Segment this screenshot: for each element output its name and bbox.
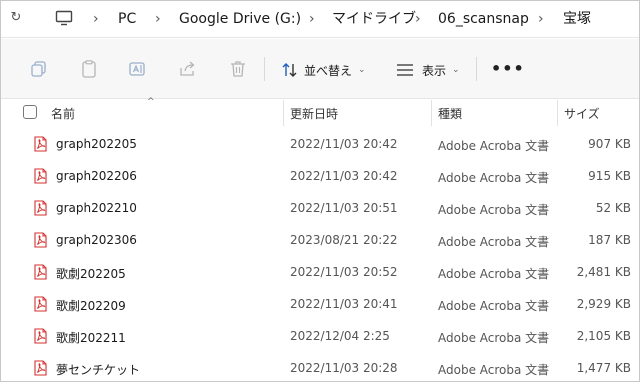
- breadcrumb-item-takarazuka[interactable]: 宝塚: [563, 10, 591, 28]
- pdf-file-icon: [34, 264, 47, 280]
- pdf-file-icon: [34, 232, 47, 248]
- column-header-modified[interactable]: 更新日時: [290, 105, 338, 122]
- breadcrumb-item-google-drive[interactable]: Google Drive (G:): [179, 10, 301, 28]
- column-divider[interactable]: [431, 100, 432, 126]
- breadcrumb-separator-icon[interactable]: ›: [155, 10, 161, 28]
- view-button[interactable]: 表示 ⌄: [396, 61, 460, 79]
- pdf-file-icon: [34, 136, 47, 152]
- file-row[interactable]: graph202306 2023/08/21 20:22 Adobe Acroba …: [1, 225, 639, 257]
- breadcrumb-item-my-drive[interactable]: マイドライブ: [332, 10, 416, 28]
- file-type: Adobe Acroba 文書: [438, 267, 550, 281]
- toolbar-divider: [476, 57, 477, 81]
- delete-icon[interactable]: [228, 60, 248, 78]
- more-options-button[interactable]: •••: [491, 61, 525, 77]
- file-name: graph202205: [56, 137, 137, 151]
- file-size: 52 KB: [595, 201, 631, 215]
- pdf-file-icon: [34, 200, 47, 216]
- file-size: 2,481 KB: [576, 265, 631, 279]
- file-type: Adobe Acroba 文書: [438, 331, 550, 345]
- file-type: Adobe Acroba 文書: [438, 203, 550, 217]
- file-name: 歌劇202209: [56, 299, 126, 313]
- file-size: 187 KB: [588, 233, 631, 247]
- breadcrumb-item-scansnap[interactable]: 06_scansnap: [438, 10, 529, 28]
- file-size: 2,105 KB: [576, 329, 631, 343]
- copy-icon[interactable]: [29, 60, 49, 78]
- file-modified: 2022/11/03 20:42: [290, 137, 398, 151]
- pdf-file-icon: [34, 168, 47, 184]
- file-size: 2,929 KB: [576, 297, 631, 311]
- refresh-icon[interactable]: ↻: [7, 9, 25, 27]
- file-type: Adobe Acroba 文書: [438, 363, 550, 377]
- file-type: Adobe Acroba 文書: [438, 171, 550, 185]
- file-row[interactable]: 歌劇202211 2022/12/04 2:25 Adobe Acroba 文書 2,…: [1, 321, 639, 353]
- file-row[interactable]: 夢センチケット 2022/11/03 20:28 Adobe Acroba 文書 1,…: [1, 353, 639, 385]
- rename-icon[interactable]: [128, 60, 148, 78]
- breadcrumb-separator-icon[interactable]: ›: [538, 10, 544, 28]
- sort-label: 並べ替え: [304, 63, 353, 78]
- share-icon[interactable]: [178, 60, 198, 78]
- file-name: 歌劇202205: [56, 267, 126, 281]
- address-bar[interactable]: ↻ › PC › Google Drive (G:) › マイドライブ › 06…: [1, 1, 639, 38]
- file-name: graph202206: [56, 169, 137, 183]
- column-divider[interactable]: [557, 100, 558, 126]
- pc-icon[interactable]: [55, 10, 73, 26]
- file-size: 915 KB: [588, 169, 631, 183]
- file-type: Adobe Acroba 文書: [438, 299, 550, 313]
- file-name: graph202306: [56, 233, 137, 247]
- view-label: 表示: [422, 63, 447, 78]
- file-modified: 2022/11/03 20:41: [290, 297, 398, 311]
- file-modified: 2022/11/03 20:42: [290, 169, 398, 183]
- file-name: 夢センチケット: [56, 363, 141, 377]
- breadcrumb-separator-icon[interactable]: ›: [93, 10, 99, 28]
- file-type: Adobe Acroba 文書: [438, 139, 550, 153]
- sort-icon: [282, 63, 297, 77]
- column-header-row: 名前 更新日時 種類 サイズ: [1, 100, 639, 126]
- chevron-down-icon: ⌄: [358, 65, 366, 75]
- breadcrumb-separator-icon[interactable]: ›: [415, 10, 421, 28]
- sort-button[interactable]: 並べ替え ⌄: [281, 61, 366, 79]
- column-header-name[interactable]: 名前: [51, 105, 75, 122]
- select-all-checkbox[interactable]: [23, 105, 37, 119]
- file-size: 1,477 KB: [576, 361, 631, 375]
- command-bar: 並べ替え ⌄ 表示 ⌄ •••: [1, 39, 639, 99]
- file-size: 907 KB: [588, 137, 631, 151]
- file-row[interactable]: 歌劇202209 2022/11/03 20:41 Adobe Acroba 文書 2…: [1, 289, 639, 321]
- file-explorer-window: ↻ › PC › Google Drive (G:) › マイドライブ › 06…: [0, 0, 640, 382]
- column-divider[interactable]: [283, 100, 284, 126]
- file-row[interactable]: graph202210 2022/11/03 20:51 Adobe Acroba …: [1, 193, 639, 225]
- file-modified: 2022/11/03 20:28: [290, 361, 398, 375]
- pdf-file-icon: [34, 296, 47, 312]
- file-modified: 2023/08/21 20:22: [290, 233, 398, 247]
- chevron-down-icon: ⌄: [452, 65, 460, 75]
- column-header-type[interactable]: 種類: [438, 105, 462, 122]
- file-row[interactable]: graph202206 2022/11/03 20:42 Adobe Acroba …: [1, 161, 639, 193]
- file-row[interactable]: graph202205 2022/11/03 20:42 Adobe Acroba …: [1, 129, 639, 161]
- file-modified: 2022/11/03 20:52: [290, 265, 398, 279]
- view-lines-icon: [397, 64, 413, 76]
- file-name: 歌劇202211: [56, 331, 126, 345]
- breadcrumb-separator-icon[interactable]: ›: [309, 10, 315, 28]
- breadcrumb-item-pc[interactable]: PC: [118, 10, 136, 28]
- pdf-file-icon: [34, 328, 47, 344]
- file-modified: 2022/12/04 2:25: [290, 329, 390, 343]
- file-row[interactable]: 歌劇202205 2022/11/03 20:52 Adobe Acroba 文書 2…: [1, 257, 639, 289]
- paste-icon[interactable]: [79, 60, 99, 78]
- file-name: graph202210: [56, 201, 137, 215]
- file-modified: 2022/11/03 20:51: [290, 201, 398, 215]
- pdf-file-icon: [34, 360, 47, 376]
- column-header-size[interactable]: サイズ: [564, 105, 600, 122]
- toolbar-divider: [264, 57, 265, 81]
- file-type: Adobe Acroba 文書: [438, 235, 550, 249]
